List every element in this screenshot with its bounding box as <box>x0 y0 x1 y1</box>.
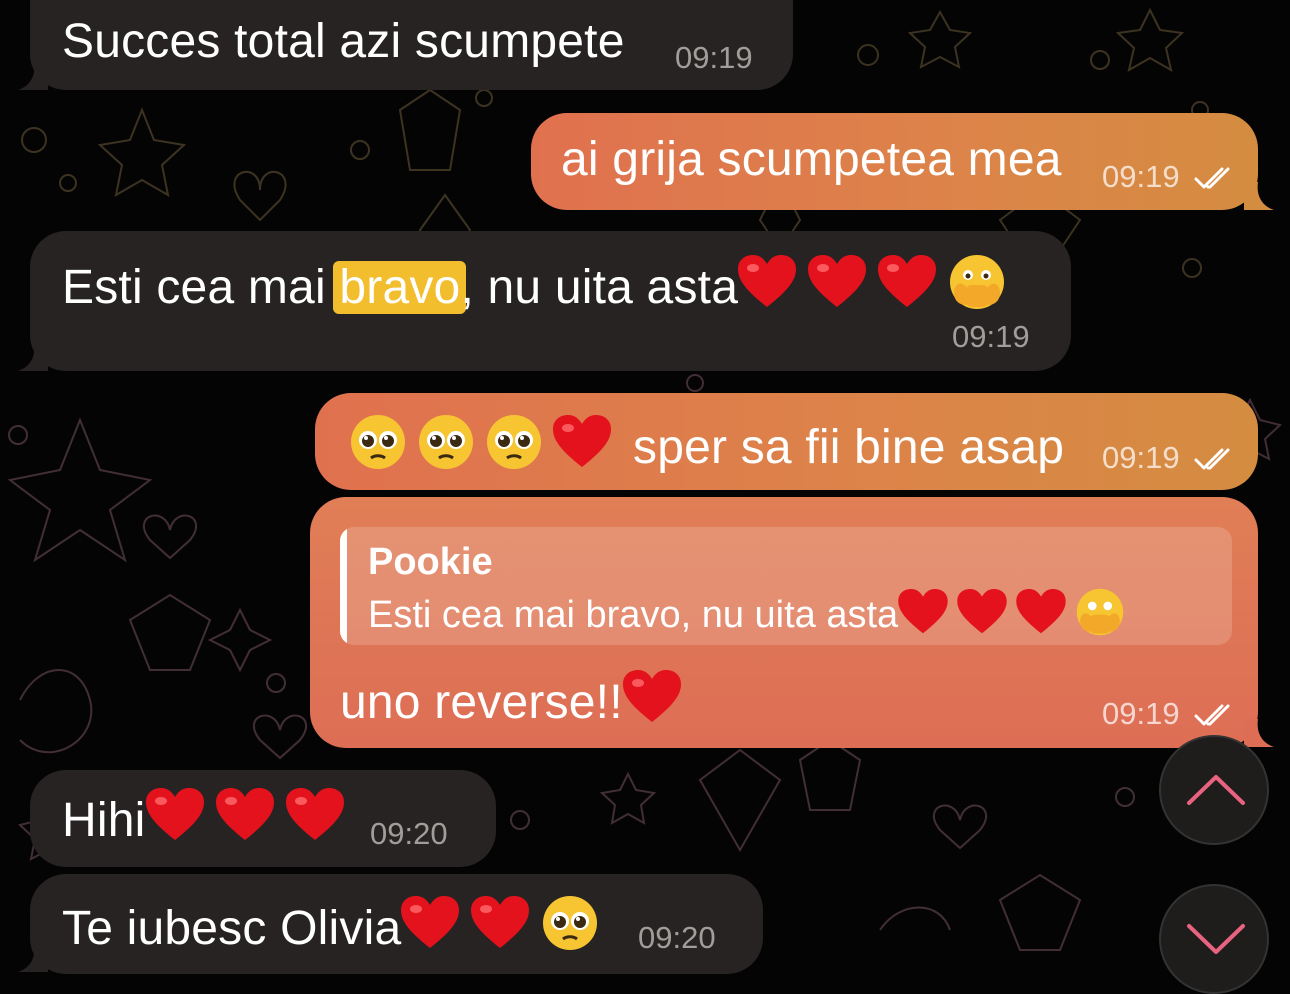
message-time: 09:19 <box>1102 159 1180 194</box>
bubble-tail <box>18 343 48 371</box>
bubble-tail <box>18 62 48 90</box>
message-text-part: Hihi <box>62 794 146 847</box>
message-bubble-incoming[interactable]: Esti cea mai bravo, nu uita asta 09:19 <box>30 231 1071 371</box>
pleading-face-icon <box>485 413 543 471</box>
message-text: Succes total azi scumpete <box>62 15 625 68</box>
heart-icon <box>622 670 681 724</box>
bubble-tail <box>1244 182 1274 210</box>
chevron-up-icon <box>1187 775 1245 805</box>
reply-text: Esti cea mai bravo, nu uita asta <box>368 587 1135 637</box>
message-time: 09:20 <box>370 816 448 851</box>
search-highlight: bravo <box>333 261 467 314</box>
message-bubble-incoming[interactable]: Succes total azi scumpete 09:19 <box>30 0 793 90</box>
message-time: 09:20 <box>638 920 716 955</box>
scroll-up-button[interactable] <box>1159 735 1269 845</box>
bubble-tail <box>18 944 48 972</box>
face-with-hand-over-mouth-icon <box>948 253 1006 311</box>
read-receipt-icon <box>1194 167 1230 189</box>
heart-icon <box>878 255 937 309</box>
message-text: Esti cea mai bravo, nu uita asta <box>62 253 1016 316</box>
message-text-part: , nu uita asta <box>460 261 739 314</box>
message-text-part: Esti cea mai <box>62 261 340 314</box>
pleading-face-icon <box>349 413 407 471</box>
heart-icon <box>285 788 344 842</box>
heart-icon <box>957 589 1007 635</box>
bubble-tail <box>1244 719 1274 747</box>
message-time: 09:19 <box>952 319 1030 354</box>
face-with-hand-over-mouth-icon <box>1075 587 1125 637</box>
message-bubble-outgoing[interactable]: sper sa fii bine asap 09:19 <box>315 393 1258 490</box>
message-time: 09:19 <box>675 40 753 75</box>
reply-quote-bar <box>340 527 347 645</box>
reply-author: Pookie <box>368 541 493 583</box>
heart-icon <box>215 788 274 842</box>
message-text-part: sper sa fii bine asap <box>633 421 1065 474</box>
message-text-part: Te iubesc Olivia <box>62 902 402 955</box>
message-text: uno reverse!! <box>340 670 693 731</box>
heart-icon <box>738 255 797 309</box>
message-text: Hihi <box>62 788 356 849</box>
pleading-face-icon <box>541 894 599 952</box>
chevron-down-icon <box>1187 924 1245 954</box>
message-text: Te iubesc Olivia <box>62 894 609 957</box>
message-bubble-incoming[interactable]: Hihi 09:20 <box>30 770 496 867</box>
message-text-part: uno reverse!! <box>340 676 623 729</box>
message-bubble-incoming[interactable]: Te iubesc Olivia 09:20 <box>30 874 763 974</box>
message-text: sper sa fii bine asap <box>349 413 1064 476</box>
heart-icon <box>471 896 530 950</box>
message-text: ai grija scumpetea mea <box>561 133 1062 186</box>
message-bubble-outgoing-reply[interactable]: Pookie Esti cea mai bravo, nu uita asta … <box>310 497 1258 748</box>
heart-icon <box>1016 589 1066 635</box>
read-receipt-icon <box>1194 704 1230 726</box>
heart-icon <box>145 788 204 842</box>
message-bubble-outgoing[interactable]: ai grija scumpetea mea 09:19 <box>531 113 1258 210</box>
heart-icon <box>553 415 611 469</box>
heart-icon <box>401 896 460 950</box>
scroll-down-button[interactable] <box>1159 884 1269 994</box>
reply-text-part: Esti cea mai bravo, nu uita asta <box>368 594 899 636</box>
message-time: 09:19 <box>1102 696 1180 731</box>
reply-quote[interactable]: Pookie Esti cea mai bravo, nu uita asta <box>340 527 1232 645</box>
read-receipt-icon <box>1194 448 1230 470</box>
message-time: 09:19 <box>1102 440 1180 475</box>
heart-icon <box>898 589 948 635</box>
heart-icon <box>808 255 867 309</box>
pleading-face-icon <box>417 413 475 471</box>
